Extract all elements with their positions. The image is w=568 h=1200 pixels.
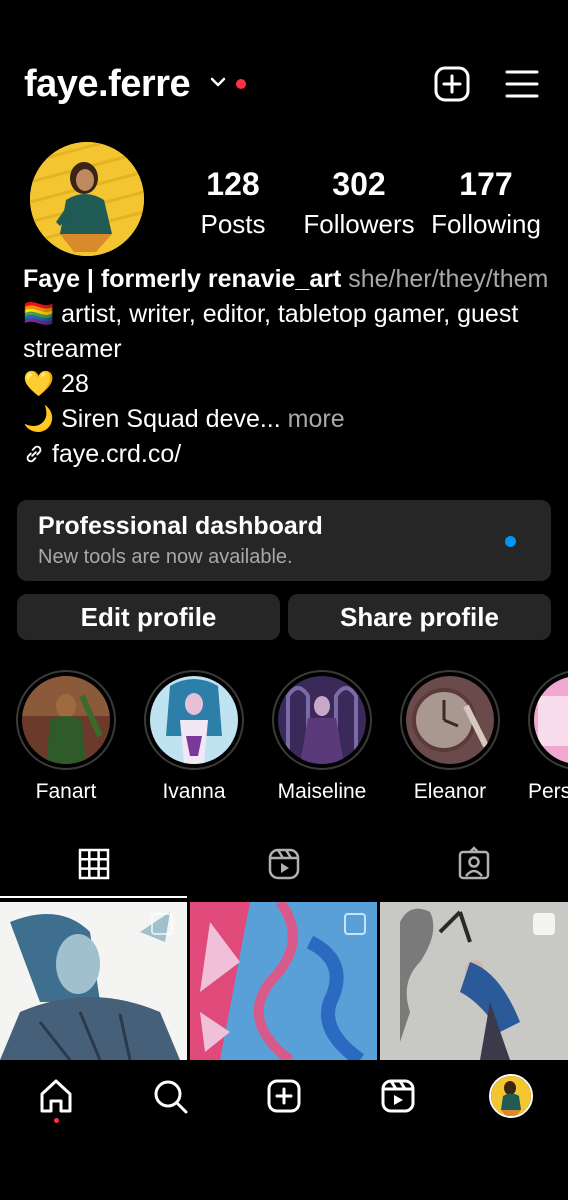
- rainbow-flag-emoji: 🏳️‍🌈: [23, 300, 55, 328]
- post-thumbnail[interactable]: [0, 902, 187, 1060]
- edit-profile-button[interactable]: Edit profile: [17, 594, 280, 640]
- yellow-heart-emoji: 💛: [23, 370, 55, 398]
- moon-emoji: 🌙: [23, 405, 55, 433]
- share-profile-button[interactable]: Share profile: [288, 594, 551, 640]
- profile-avatar[interactable]: [30, 142, 144, 256]
- highlight-label: Fanart: [35, 780, 97, 803]
- dashboard-subtitle: New tools are now available.: [38, 546, 293, 568]
- profile-avatar[interactable]: [489, 1074, 533, 1118]
- professional-dashboard[interactable]: Professional dashboard New tools are now…: [17, 500, 551, 581]
- notification-dot: [236, 79, 246, 89]
- link-icon: [26, 445, 42, 463]
- highlight-fanart-image: [22, 676, 110, 764]
- stat-posts-value: 128: [206, 166, 260, 202]
- chevron-down-icon[interactable]: [208, 72, 228, 92]
- highlight-perse-image: [534, 676, 568, 764]
- bio-line-1: artist, writer, editor, tabletop gamer, …: [61, 300, 519, 328]
- stat-following-value: 177: [459, 166, 513, 202]
- reels-icon[interactable]: [264, 846, 304, 882]
- profile-bio: Faye | formerly renavie_art she/her/they…: [23, 262, 568, 472]
- profile-pronouns: she/her/they/them: [348, 265, 549, 293]
- post-thumbnail[interactable]: [190, 902, 377, 1060]
- reels-icon[interactable]: [378, 1076, 418, 1116]
- bio-line-3: 28: [61, 370, 89, 398]
- stat-followers-value: 302: [332, 166, 386, 202]
- home-icon[interactable]: [36, 1076, 76, 1116]
- highlight-perse[interactable]: Perse: [528, 670, 568, 804]
- highlight-label: Maiseline: [277, 780, 367, 803]
- stat-posts-label: Posts: [200, 209, 266, 239]
- home-notification-dot: [54, 1118, 59, 1123]
- bio-link[interactable]: faye.crd.co/: [23, 437, 568, 472]
- stat-posts[interactable]: 128 Posts: [163, 164, 303, 244]
- menu-icon[interactable]: [502, 64, 542, 104]
- highlight-eleanor-image: [406, 676, 494, 764]
- highlight-label: Eleanor: [413, 780, 487, 803]
- stat-followers[interactable]: 302 Followers: [289, 164, 429, 244]
- active-tab-indicator: [0, 896, 187, 898]
- bio-link-text[interactable]: faye.crd.co/: [52, 440, 181, 468]
- grid-icon[interactable]: [74, 846, 114, 882]
- profile-username[interactable]: faye.ferre: [24, 60, 191, 108]
- new-post-icon[interactable]: [432, 64, 472, 104]
- bio-more-link[interactable]: more: [288, 405, 345, 433]
- highlight-label: Ivanna: [162, 780, 226, 803]
- stat-following[interactable]: 177 Following: [416, 164, 556, 244]
- highlight-ivanna-image: [150, 676, 238, 764]
- bio-line-2: streamer: [23, 335, 122, 363]
- highlight-maiseline[interactable]: Maiseline: [272, 670, 372, 804]
- dashboard-title: Professional dashboard: [38, 512, 323, 540]
- stat-followers-label: Followers: [303, 209, 415, 239]
- dashboard-new-dot: [505, 536, 516, 547]
- search-icon[interactable]: [150, 1076, 190, 1116]
- post-thumbnail[interactable]: [380, 902, 568, 1060]
- create-icon[interactable]: [264, 1076, 304, 1116]
- bio-line-4: Siren Squad deve...: [61, 405, 281, 433]
- highlight-maiseline-image: [278, 676, 366, 764]
- tagged-icon[interactable]: [454, 846, 494, 882]
- highlight-eleanor[interactable]: Eleanor: [400, 670, 500, 804]
- profile-display-name: Faye | formerly renavie_art: [23, 265, 342, 293]
- stat-following-label: Following: [431, 209, 541, 239]
- highlight-label: Perse: [528, 780, 568, 803]
- highlight-ivanna[interactable]: Ivanna: [144, 670, 244, 804]
- highlight-fanart[interactable]: Fanart: [16, 670, 116, 804]
